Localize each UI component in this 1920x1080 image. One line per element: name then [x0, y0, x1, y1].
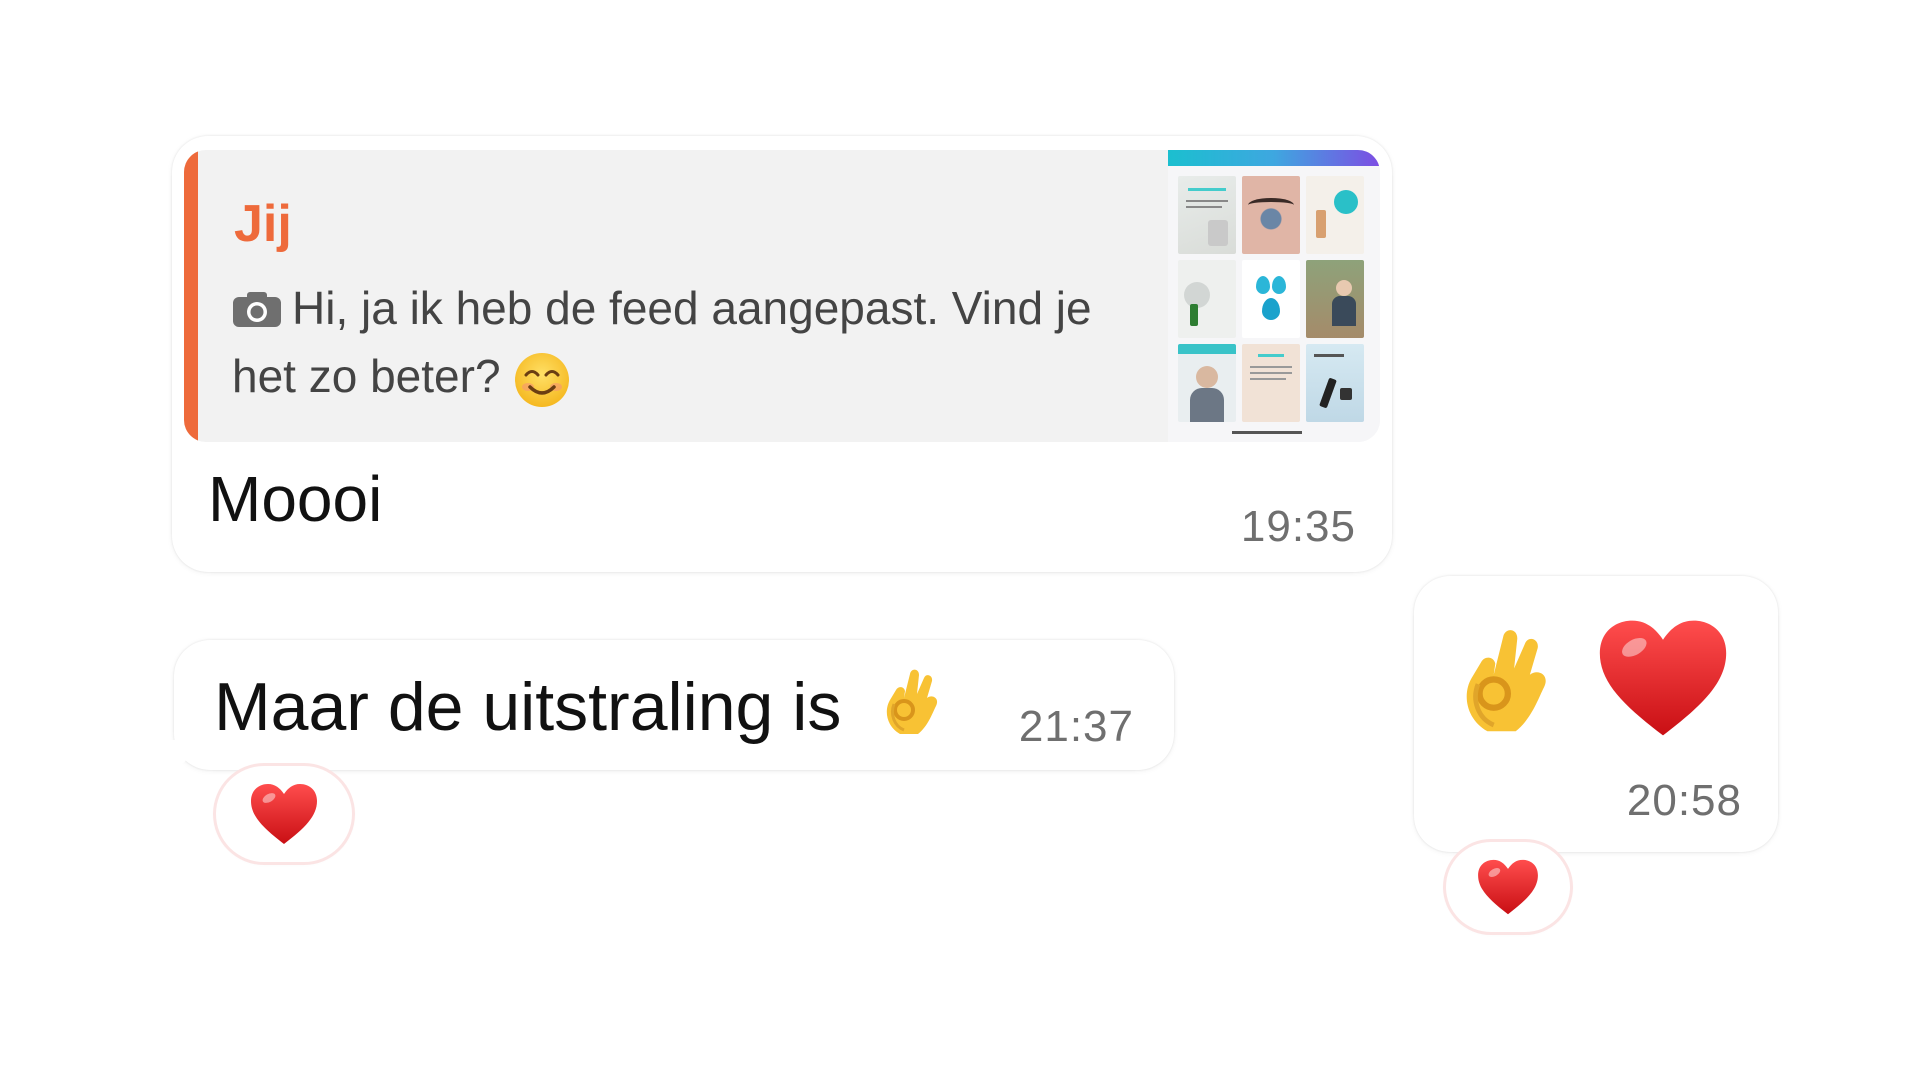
quote-text-block: Hi, ja ik heb de feed aangepast. Vind je…	[232, 274, 1132, 410]
message-content: Maar de uitstraling is	[214, 664, 950, 746]
camera-icon	[233, 292, 281, 327]
emoji-message	[1456, 616, 1730, 746]
red-heart-emoji	[1599, 620, 1727, 736]
thumbnail-tile	[1178, 344, 1236, 422]
thumbnail-tile	[1306, 344, 1364, 422]
bubble-tail	[154, 740, 194, 770]
message-time: 21:37	[1018, 702, 1134, 751]
smiling-face-emoji	[515, 352, 570, 407]
red-heart-emoji	[251, 784, 317, 844]
red-heart-emoji	[1478, 859, 1538, 915]
quote-text: Hi, ja ik heb de feed aangepast. Vind je…	[232, 282, 1092, 402]
message-text: Moooi	[208, 463, 383, 535]
thumbnail-tile	[1178, 176, 1236, 254]
message-time: 20:58	[1626, 776, 1742, 825]
quote-photo-thumbnail[interactable]	[1168, 150, 1380, 442]
quoted-message[interactable]: Jij Hi, ja ik heb de feed aangepast. Vin…	[184, 150, 1380, 442]
reaction-badge[interactable]	[216, 766, 352, 862]
thumbnail-tile	[1242, 260, 1300, 338]
quote-accent-bar	[184, 150, 198, 442]
reaction-badge[interactable]	[1446, 842, 1570, 932]
thumbnail-tile	[1242, 176, 1300, 254]
message-bubble-emoji[interactable]: 20:58	[1414, 576, 1778, 852]
message-time: 19:35	[1240, 502, 1356, 551]
message-bubble[interactable]: Maar de uitstraling is 21:37	[154, 640, 1174, 770]
thumbnail-tile	[1306, 260, 1364, 338]
quote-author: Jij	[234, 195, 292, 253]
thumbnail-grid	[1178, 176, 1370, 422]
thumbnail-tile	[1178, 260, 1236, 338]
message-bubble-reply[interactable]: Jij Hi, ja ik heb de feed aangepast. Vin…	[172, 136, 1392, 572]
thumbnail-tile	[1306, 176, 1364, 254]
message-text: Maar de uitstraling is	[214, 669, 842, 745]
ok-hand-emoji	[1466, 630, 1546, 732]
thumbnail-scrollbar	[1232, 431, 1302, 434]
thumbnail-tile	[1242, 344, 1300, 422]
thumbnail-topbar	[1168, 150, 1380, 166]
ok-hand-emoji	[887, 669, 938, 734]
